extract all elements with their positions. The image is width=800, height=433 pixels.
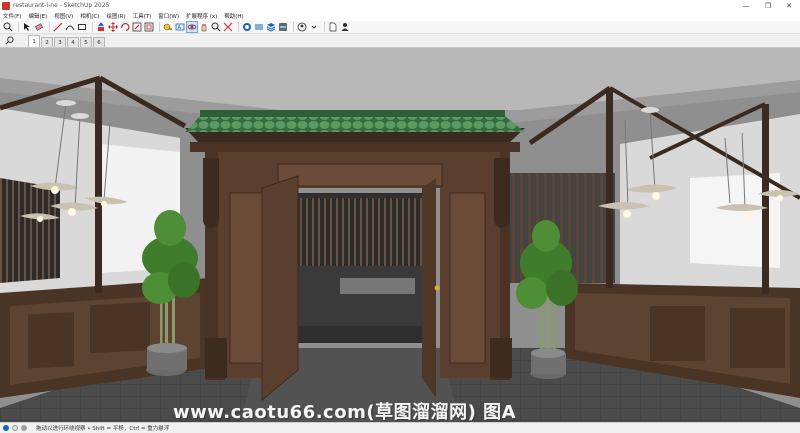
orbit-icon[interactable] [186,21,198,33]
rectangle-icon[interactable] [77,22,87,32]
menu-tools[interactable]: 工具(T) [133,12,152,20]
user-icon[interactable] [297,22,307,32]
menu-help[interactable]: 帮助(H) [224,12,243,20]
sketchup-app-icon [2,1,10,10]
menu-window[interactable]: 窗口(W) [158,12,179,20]
pushpull-icon[interactable] [96,22,106,32]
main-toolbar: A [0,21,800,34]
warehouse-icon[interactable] [242,22,252,32]
minimize-button[interactable]: — [735,0,757,11]
search-icon[interactable] [3,22,13,32]
title-bar: restaurant-i-ne - SketchUp 2025 [0,0,800,11]
scene-tab-3[interactable]: 3 [54,37,66,47]
menu-view[interactable]: 视图(V) [54,12,73,20]
svg-text:A: A [178,25,182,31]
layers-icon[interactable] [266,22,276,32]
window-title: restaurant-i-ne - SketchUp 2025 [13,2,110,9]
geo-location-icon[interactable] [3,425,9,431]
scene-tabs-bar: 1 2 3 4 5 6 [0,34,800,48]
pan-icon[interactable] [199,22,209,32]
status-text: 拖动以进行环绕视察 • Shift = 平移，Ctrl = 重力悬浮 [36,426,170,432]
help-icon[interactable] [21,425,27,431]
menu-bar: 文件(F) 编辑(E) 视图(V) 相机(C) 绘图(R) 工具(T) 窗口(W… [0,11,800,21]
select-icon[interactable] [22,22,32,32]
move-icon[interactable] [108,22,118,32]
menu-camera[interactable]: 相机(C) [80,12,99,20]
scene-tab-4[interactable]: 4 [67,37,79,47]
scene-tab-2[interactable]: 2 [41,37,53,47]
menu-draw[interactable]: 绘图(R) [106,12,125,20]
offset-icon[interactable] [144,22,154,32]
file-icon[interactable] [328,22,338,32]
menu-edit[interactable]: 编辑(E) [28,12,47,20]
status-bar: 拖动以进行环绕视察 • Shift = 平移，Ctrl = 重力悬浮 [0,422,800,433]
watermark-text: www.caotu66.com(草图溜溜网) 图A [173,402,517,423]
person-icon[interactable] [340,22,350,32]
scene-tab-6[interactable]: 6 [93,37,105,47]
restaurant-3d-scene [0,48,800,422]
eraser-icon[interactable] [34,22,44,32]
text-icon[interactable]: A [175,22,185,32]
arc-icon[interactable] [65,22,75,32]
zoom-extents-icon[interactable] [223,22,233,32]
menu-extensions[interactable]: 扩展程序 (x) [186,12,217,20]
magnifier-icon[interactable] [0,34,18,47]
styles-icon[interactable] [278,22,288,32]
scale-icon[interactable] [132,22,142,32]
maximize-button[interactable]: ❐ [757,0,779,11]
menu-file[interactable]: 文件(F) [3,12,21,20]
model-viewport[interactable] [0,48,800,422]
scene-tab-1[interactable]: 1 [28,35,40,47]
scene-tab-5[interactable]: 5 [80,37,92,47]
credits-icon[interactable] [12,425,18,431]
tape-icon[interactable] [163,22,173,32]
rotate-icon[interactable] [120,22,130,32]
zoom-icon[interactable] [211,22,221,32]
chevron-down-icon[interactable] [309,22,319,32]
extension-icon[interactable] [254,22,264,32]
close-button[interactable]: ✕ [778,0,800,11]
line-icon[interactable] [53,22,63,32]
